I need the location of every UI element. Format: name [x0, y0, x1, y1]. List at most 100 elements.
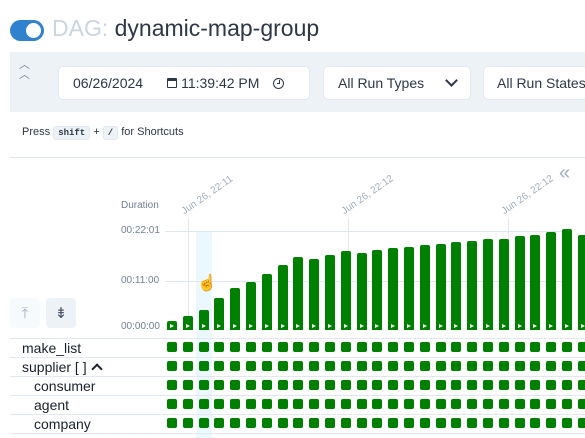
run-bar[interactable] — [167, 320, 177, 330]
task-instance-status[interactable] — [230, 380, 241, 390]
task-instance-status[interactable] — [198, 361, 209, 371]
task-instance-status[interactable] — [483, 342, 493, 352]
run-type-select[interactable]: All Run Types — [323, 66, 471, 100]
task-instance-status[interactable] — [562, 418, 572, 428]
run-bar[interactable] — [261, 273, 272, 330]
task-instance-status[interactable] — [261, 399, 272, 409]
task-instance-status[interactable] — [309, 380, 320, 390]
task-instance-status[interactable] — [372, 342, 383, 352]
task-instance-status[interactable] — [435, 418, 446, 428]
run-bar[interactable] — [356, 252, 367, 330]
run-bar[interactable] — [340, 250, 351, 330]
task-instance-status[interactable] — [356, 342, 367, 352]
task-instance-status[interactable] — [467, 399, 478, 409]
task-instance-status[interactable] — [514, 342, 525, 352]
run-bar[interactable] — [514, 236, 525, 330]
chevron-up-icon[interactable] — [90, 363, 103, 375]
task-instance-status[interactable] — [325, 361, 335, 371]
task-instance-status[interactable] — [167, 418, 177, 428]
run-bar[interactable] — [198, 310, 209, 330]
run-bar[interactable] — [372, 249, 383, 330]
task-instance-status[interactable] — [325, 342, 335, 352]
task-instance-status[interactable] — [293, 399, 304, 409]
task-instance-status[interactable] — [246, 380, 256, 390]
run-bar[interactable] — [530, 235, 541, 330]
run-bar[interactable] — [467, 241, 478, 330]
task-instance-status[interactable] — [577, 361, 585, 371]
task-instance-status[interactable] — [577, 380, 585, 390]
task-instance-status[interactable] — [498, 342, 509, 352]
task-instance-status[interactable] — [514, 418, 525, 428]
task-instance-status[interactable] — [340, 399, 351, 409]
task-instance-status[interactable] — [498, 380, 509, 390]
task-instance-status[interactable] — [546, 342, 557, 352]
dag-pause-toggle[interactable] — [10, 20, 44, 41]
task-instance-status[interactable] — [451, 399, 462, 409]
calendar-icon[interactable] — [167, 78, 178, 88]
run-state-select[interactable]: All Run States — [483, 66, 585, 100]
task-instance-status[interactable] — [198, 342, 209, 352]
task-instance-status[interactable] — [419, 361, 430, 371]
task-instance-status[interactable] — [404, 361, 414, 371]
task-instance-status[interactable] — [498, 361, 509, 371]
task-name[interactable]: make_list — [22, 340, 81, 356]
double-chevron-left-icon[interactable]: « — [559, 162, 570, 185]
task-instance-status[interactable] — [546, 361, 557, 371]
task-instance-status[interactable] — [182, 380, 193, 390]
task-instance-status[interactable] — [309, 361, 320, 371]
task-instance-status[interactable] — [198, 380, 209, 390]
task-instance-status[interactable] — [498, 418, 509, 428]
task-instance-status[interactable] — [404, 399, 414, 409]
task-instance-status[interactable] — [546, 418, 557, 428]
task-instance-status[interactable] — [309, 399, 320, 409]
task-instance-status[interactable] — [435, 380, 446, 390]
task-instance-status[interactable] — [277, 399, 288, 409]
task-instance-status[interactable] — [388, 418, 399, 428]
task-instance-status[interactable] — [340, 361, 351, 371]
run-bar[interactable] — [246, 281, 256, 330]
task-instance-status[interactable] — [562, 342, 572, 352]
task-instance-status[interactable] — [467, 380, 478, 390]
task-instance-status[interactable] — [419, 399, 430, 409]
task-instance-status[interactable] — [577, 399, 585, 409]
task-instance-status[interactable] — [230, 361, 241, 371]
task-instance-status[interactable] — [246, 342, 256, 352]
task-instance-status[interactable] — [230, 342, 241, 352]
task-instance-status[interactable] — [340, 380, 351, 390]
task-instance-status[interactable] — [293, 418, 304, 428]
task-instance-status[interactable] — [419, 342, 430, 352]
task-instance-status[interactable] — [372, 361, 383, 371]
task-instance-status[interactable] — [483, 380, 493, 390]
task-instance-status[interactable] — [467, 361, 478, 371]
task-instance-status[interactable] — [577, 342, 585, 352]
task-instance-status[interactable] — [514, 380, 525, 390]
run-bar[interactable] — [577, 234, 585, 330]
task-instance-status[interactable] — [388, 399, 399, 409]
task-instance-status[interactable] — [467, 418, 478, 428]
run-bar[interactable] — [483, 239, 493, 330]
run-bar[interactable] — [546, 231, 557, 330]
task-instance-status[interactable] — [246, 361, 256, 371]
task-instance-status[interactable] — [562, 361, 572, 371]
task-instance-status[interactable] — [562, 399, 572, 409]
task-instance-status[interactable] — [483, 418, 493, 428]
task-instance-status[interactable] — [277, 342, 288, 352]
run-bar[interactable] — [388, 248, 399, 330]
task-instance-status[interactable] — [356, 418, 367, 428]
task-instance-status[interactable] — [356, 380, 367, 390]
task-instance-status[interactable] — [214, 418, 225, 428]
task-instance-status[interactable] — [277, 361, 288, 371]
task-instance-status[interactable] — [356, 399, 367, 409]
run-bar[interactable] — [498, 239, 509, 330]
run-bar[interactable] — [562, 229, 572, 330]
task-instance-status[interactable] — [356, 361, 367, 371]
task-instance-status[interactable] — [246, 418, 256, 428]
task-instance-status[interactable] — [198, 418, 209, 428]
run-bar[interactable] — [435, 243, 446, 330]
task-instance-status[interactable] — [451, 380, 462, 390]
task-instance-status[interactable] — [514, 361, 525, 371]
task-instance-status[interactable] — [514, 399, 525, 409]
task-instance-status[interactable] — [261, 342, 272, 352]
run-bar[interactable] — [182, 316, 193, 330]
task-instance-status[interactable] — [293, 342, 304, 352]
